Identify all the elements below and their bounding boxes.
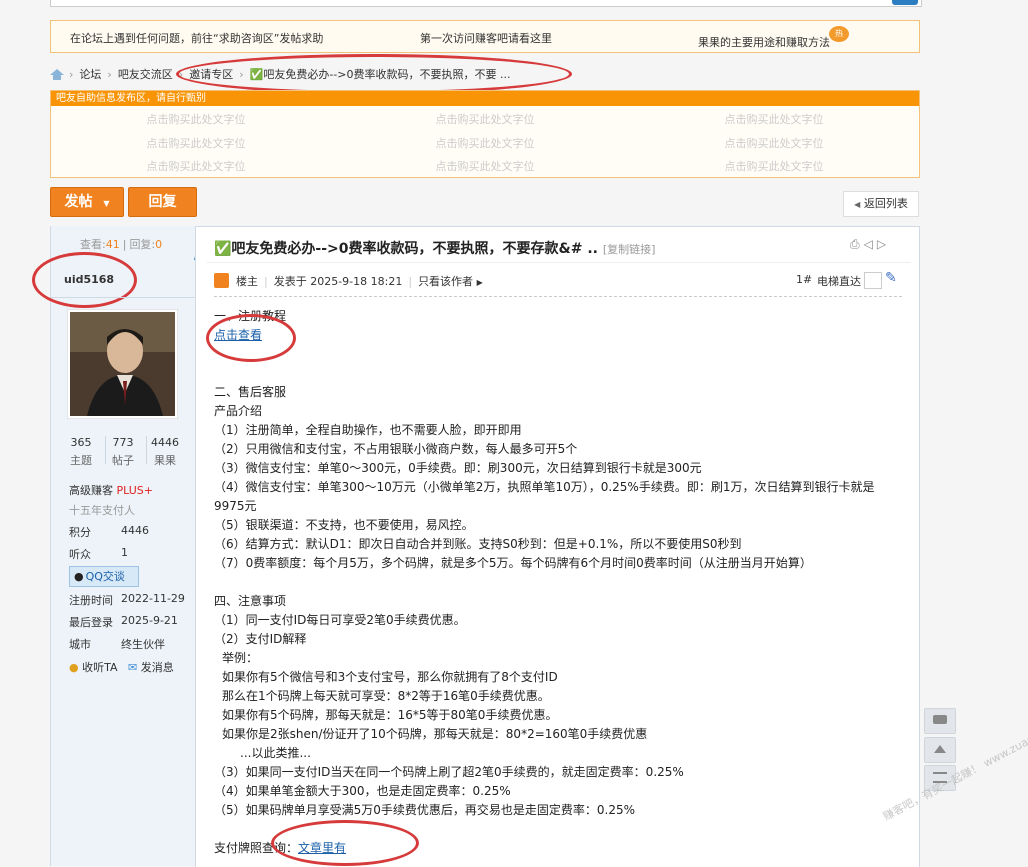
annotation-circle	[206, 314, 296, 362]
comment-icon[interactable]	[924, 708, 956, 734]
notice-fruit-link[interactable]: 果果的主要用途和赚取方法	[698, 34, 830, 50]
edit-icon[interactable]: ✎	[885, 270, 897, 286]
search-button[interactable]	[892, 0, 918, 5]
follow-link[interactable]: ● 收听TA	[69, 659, 118, 675]
thread-stats: 查看:41 | 回复:0	[80, 238, 163, 251]
message-link[interactable]: ✉ 发消息	[128, 659, 174, 675]
ad-slot[interactable]: 点击购买此处文字位	[116, 158, 276, 174]
divider	[214, 296, 902, 297]
owner-tag: 楼主	[236, 275, 258, 288]
notice-bar: 在论坛上遇到任何问题，前往“求助咨询区”发帖求助 第一次访问赚客吧请看这里 果果…	[50, 20, 920, 53]
content-line: （5）如果码牌单月享受满5万0手续费优惠后，再交易也是走固定费率：0.25%	[214, 803, 636, 817]
section-heading: 二、售后客服	[214, 385, 287, 399]
mail-icon: ✉	[128, 661, 138, 674]
reply-button[interactable]: 回复	[128, 187, 197, 217]
content-line: 如果你有5个码牌，那每天就是：16*5等于80笔0手续费优惠。	[222, 708, 558, 722]
content-line: （2）只用微信和支付宝，不占用银联小微商户数，每人最多可开5个	[214, 442, 578, 456]
floor-number: 1#	[796, 273, 813, 286]
content-line: 举例：	[222, 651, 259, 665]
jump-to-floor-label: 电梯直达	[817, 275, 861, 288]
user-city: 城市 终生伙伴	[69, 638, 165, 651]
back-to-top-icon[interactable]	[924, 737, 956, 763]
content-line: 9975元	[214, 499, 257, 513]
breadcrumb-forum[interactable]: 论坛	[79, 68, 101, 81]
content-line: （3）微信支付宝：单笔0～300元，0手续费。即：刷300元，次日结算到银行卡就…	[214, 461, 702, 475]
content-line: （4）如果单笔金额大于300，也是走固定费率：0.25%	[214, 784, 511, 798]
divider	[207, 262, 911, 263]
content-line: 那么在1个码牌上每天就可享受：8*2等于16笔0手续费优惠。	[222, 689, 550, 703]
copy-link[interactable]: [复制链接]	[603, 243, 656, 256]
ad-area: 吧友自助信息发布区，请自行甄别 点击购买此处文字位 点击购买此处文字位 点击购买…	[50, 90, 920, 178]
user-register-time: 注册时间 2022-11-29	[69, 592, 185, 607]
user-title: 十五年支付人	[69, 504, 135, 517]
divider	[50, 297, 195, 298]
user-icon	[214, 273, 229, 288]
post-meta: 楼主 | 发表于 2025-9-18 18:21 | 只看该作者 ▶	[236, 275, 483, 288]
content-line: （5）银联渠道：不支持，也不要使用，易风控。	[214, 518, 474, 532]
post-title: ✅吧友免费必办-->0费率收款码，不要执照，不要存款&# .. [复制链接]	[214, 241, 656, 257]
user-last-login: 最后登录 2025-9-21	[69, 614, 178, 629]
topics-count[interactable]: 365	[61, 436, 101, 449]
posts-label: 帖子	[112, 454, 134, 467]
qq-icon: ●	[74, 570, 84, 583]
topics-label: 主题	[70, 454, 92, 467]
content-line: 产品介绍	[214, 404, 263, 418]
section-heading: 四、注意事项	[214, 594, 287, 608]
hot-badge: 热	[829, 26, 849, 42]
print-prev-next-icons[interactable]: ⎙◁▷	[850, 237, 890, 252]
annotation-circle	[176, 54, 572, 94]
qq-chat-button[interactable]: ● QQ交谈	[69, 566, 139, 587]
chevron-down-icon: ▼	[103, 199, 110, 208]
notice-first-visit-link[interactable]: 第一次访问赚客吧请看这里	[420, 30, 552, 46]
ad-slot[interactable]: 点击购买此处文字位	[694, 135, 854, 151]
content-line: （6）结算方式：默认D1：即次日自动合并到账。支持S0秒到：但是+0.1%，所以…	[214, 537, 742, 551]
annotation-circle	[271, 820, 419, 866]
fruit-count[interactable]: 4446	[145, 436, 185, 449]
content-line: ...以此类推...	[240, 746, 311, 760]
ad-slot[interactable]: 点击购买此处文字位	[694, 158, 854, 174]
play-icon: ▶	[476, 278, 483, 287]
user-level: 高级赚客 PLUS+	[69, 484, 153, 497]
content-line: （2）支付ID解释	[214, 632, 307, 646]
fruit-label: 果果	[154, 454, 176, 467]
author-only-link[interactable]: 只看该作者	[418, 275, 473, 288]
ad-slot[interactable]: 点击购买此处文字位	[405, 135, 565, 151]
ad-header: 吧友自助信息发布区，请自行甄别	[51, 91, 919, 106]
jump-to-floor-input[interactable]	[864, 272, 882, 289]
new-post-button[interactable]: 发帖 ▼	[50, 187, 124, 217]
breadcrumb-section[interactable]: 吧友交流区	[118, 68, 173, 81]
content-line: （1）同一支付ID每日可享受2笔0手续费优惠。	[214, 613, 466, 627]
content-line: （7）0费率额度：每个月5万，多个码牌，就是多个5万。每个码牌有6个月时间0费率…	[214, 556, 812, 570]
users-icon: ●	[69, 661, 79, 674]
user-fans: 听众 1	[69, 546, 128, 561]
user-points: 积分 4446	[69, 524, 149, 539]
home-icon[interactable]	[50, 68, 64, 80]
content-line: （4）微信支付宝：单笔300～10万元（小微单笔2万，执照单笔10万），0.25…	[214, 480, 875, 494]
posts-count[interactable]: 773	[103, 436, 143, 449]
content-line: （3）如果同一支付ID当天在同一个码牌上刷了超2笔0手续费的，就走固定费率：0.…	[214, 765, 684, 779]
content-line: 如果你有5个微信号和3个支付宝号，那么你就拥有了8个支付ID	[222, 670, 558, 684]
ad-slot[interactable]: 点击购买此处文字位	[116, 135, 276, 151]
notice-help-link[interactable]: 在论坛上遇到任何问题，前往“求助咨询区”发帖求助	[70, 30, 323, 46]
ad-slot[interactable]: 点击购买此处文字位	[116, 111, 276, 127]
ad-slot[interactable]: 点击购买此处文字位	[405, 158, 565, 174]
avatar[interactable]	[67, 309, 178, 419]
content-line: 如果你是2张shen/份证开了10个码牌，那每天就是：80*2=160笔0手续费…	[222, 727, 648, 741]
back-to-list-button[interactable]: ◀ 返回列表	[843, 191, 919, 217]
content-line: （1）注册简单，全程自助操作，也不需要人脸，即开即用	[214, 423, 522, 437]
ad-slot[interactable]: 点击购买此处文字位	[694, 111, 854, 127]
annotation-circle	[32, 252, 137, 308]
ad-slot[interactable]: 点击购买此处文字位	[405, 111, 565, 127]
search-bar[interactable]	[50, 0, 922, 7]
arrow-left-icon: ◀	[854, 200, 861, 209]
